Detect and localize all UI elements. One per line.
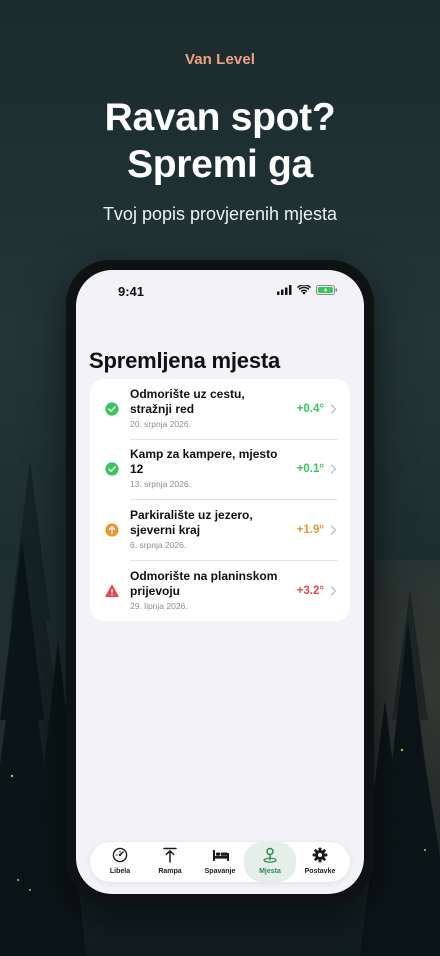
phone-screen: 9:41 Spremljena mjesta Odmorište uz cest… — [76, 270, 364, 894]
chevron-right-icon — [330, 464, 337, 474]
headline-line-2: Spremi ga — [127, 143, 313, 186]
check-circle-icon — [105, 462, 119, 476]
battery-charging-icon — [316, 285, 338, 295]
chevron-right-icon — [330, 404, 337, 414]
tab-label: Spavanje — [204, 868, 236, 875]
promo-headline: Ravan spot? Spremi ga — [0, 94, 440, 188]
warning-triangle-icon — [105, 584, 119, 597]
place-tilt-value: +3.2° — [296, 585, 324, 597]
tab-postavke[interactable]: Postavke — [294, 842, 346, 882]
tab-libela[interactable]: Libela — [94, 842, 146, 882]
gauge-icon — [112, 847, 128, 863]
arrow-up-circle-icon — [105, 523, 119, 537]
map-pin-icon — [263, 847, 277, 863]
list-item[interactable]: Kamp za kampere, mjesto 12 13. srpnja 20… — [90, 439, 350, 499]
place-name: Odmorište na planinskom prijevoju — [130, 569, 278, 598]
chevron-right-icon — [330, 586, 337, 596]
screen-title: Spremljena mjesta — [89, 348, 281, 373]
place-tilt-value: +1.9° — [296, 524, 324, 536]
tab-rampa[interactable]: Rampa — [144, 842, 196, 882]
tab-label: Postavke — [304, 868, 336, 875]
check-circle-icon — [105, 402, 119, 416]
bed-icon — [213, 850, 229, 861]
status-icons — [277, 285, 338, 295]
tab-label: Libela — [109, 868, 131, 875]
place-date: 20. srpnja 2026. — [130, 419, 191, 429]
app-name-eyebrow: Van Level — [184, 51, 256, 68]
tab-label: Rampa — [158, 868, 182, 875]
phone-frame: 9:41 Spremljena mjesta Odmorište uz cest… — [66, 260, 374, 904]
list-item[interactable]: Odmorište na planinskom prijevoju 29. li… — [90, 561, 350, 621]
gear-icon — [312, 847, 328, 863]
status-time: 9:41 — [118, 284, 145, 299]
place-date: 13. srpnja 2026. — [130, 479, 191, 489]
list-item[interactable]: Odmorište uz cestu, stražnji red 20. srp… — [90, 379, 350, 439]
place-tilt-value: +0.1° — [296, 463, 324, 475]
place-name: Kamp za kampere, mjesto 12 — [130, 447, 278, 476]
place-name: Odmorište uz cestu, stražnji red — [130, 387, 245, 416]
place-name: Parkiralište uz jezero, sjeverni kraj — [130, 508, 253, 537]
place-date: 29. lipnja 2026. — [130, 601, 188, 611]
tab-label: Mjesta — [259, 868, 281, 875]
arrow-up-bar-icon — [163, 847, 177, 863]
tab-mjesta[interactable]: Mjesta — [244, 842, 296, 882]
promo-subline: Tvoj popis provjerenih mjesta — [102, 204, 338, 224]
tab-spavanje[interactable]: Spavanje — [194, 842, 246, 882]
list-item[interactable]: Parkiralište uz jezero, sjeverni kraj 6.… — [90, 500, 350, 560]
place-tilt-value: +0.4° — [296, 403, 324, 415]
wifi-icon — [297, 285, 311, 295]
chevron-right-icon — [330, 525, 337, 535]
saved-places-list: Odmorište uz cestu, stražnji red 20. srp… — [90, 379, 350, 621]
headline-line-1: Ravan spot? — [104, 96, 336, 139]
tab-bar: Libela Rampa Spavanje Mjesta Postavke — [90, 842, 350, 882]
place-date: 6. srpnja 2026. — [130, 540, 187, 550]
cellular-signal-icon — [277, 285, 292, 295]
